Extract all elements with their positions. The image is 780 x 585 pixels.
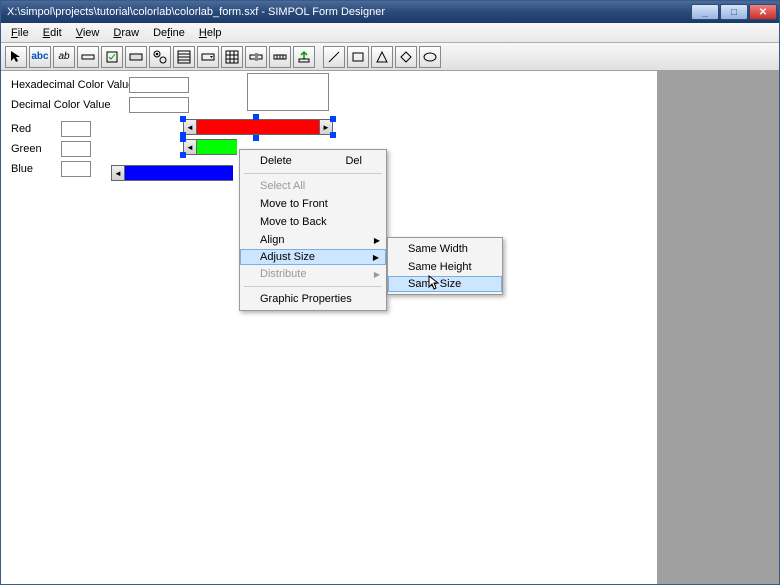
client-area: Hexadecimal Color Value Decimal Color Va… bbox=[1, 71, 779, 584]
tool-triangle[interactable] bbox=[371, 46, 393, 68]
selection-handle[interactable] bbox=[253, 114, 259, 120]
ctx-delete-shortcut: Del bbox=[345, 155, 362, 167]
scroll-track-green[interactable] bbox=[197, 139, 237, 155]
ctx-delete-label: Delete bbox=[260, 155, 292, 167]
menu-separator bbox=[244, 286, 382, 287]
label-red: Red bbox=[11, 123, 31, 135]
ctx-selectall: Select All bbox=[240, 177, 386, 195]
ctx-graphicprops[interactable]: Graphic Properties bbox=[240, 290, 386, 308]
tool-grid[interactable] bbox=[221, 46, 243, 68]
submenu-arrow-icon: ▶ bbox=[374, 270, 380, 279]
menu-separator bbox=[244, 173, 382, 174]
window-title: X:\simpol\projects\tutorial\colorlab\col… bbox=[7, 6, 691, 18]
sub-samewidth[interactable]: Same Width bbox=[388, 240, 502, 258]
label-hex: Hexadecimal Color Value bbox=[11, 79, 134, 91]
input-blue[interactable] bbox=[61, 161, 91, 177]
tool-text[interactable]: abc bbox=[29, 46, 51, 68]
input-hex[interactable] bbox=[129, 77, 189, 93]
minimize-button[interactable]: _ bbox=[691, 4, 719, 20]
submenu-arrow-icon: ▶ bbox=[373, 253, 379, 262]
titlebar: X:\simpol\projects\tutorial\colorlab\col… bbox=[1, 1, 779, 23]
submenu-arrow-icon: ▶ bbox=[374, 236, 380, 245]
sub-sameheight[interactable]: Same Height bbox=[388, 258, 502, 276]
menu-help[interactable]: Help bbox=[193, 25, 228, 41]
close-button[interactable]: ✕ bbox=[749, 4, 777, 20]
ctx-movefront[interactable]: Move to Front bbox=[240, 195, 386, 213]
tool-diamond[interactable] bbox=[395, 46, 417, 68]
menu-edit[interactable]: Edit bbox=[37, 25, 68, 41]
ctx-align[interactable]: Align▶ bbox=[240, 231, 386, 249]
toolbar-separator bbox=[317, 46, 321, 68]
sub-samesize[interactable]: Same Size bbox=[388, 276, 502, 292]
tool-combobox[interactable] bbox=[197, 46, 219, 68]
tool-button[interactable] bbox=[125, 46, 147, 68]
tool-radio[interactable] bbox=[149, 46, 171, 68]
main-window: X:\simpol\projects\tutorial\colorlab\col… bbox=[0, 0, 780, 585]
selection-handle[interactable] bbox=[180, 152, 186, 158]
tool-label[interactable]: ab bbox=[53, 46, 75, 68]
menu-view[interactable]: View bbox=[70, 25, 106, 41]
tool-listbox[interactable] bbox=[173, 46, 195, 68]
scroll-track-red[interactable] bbox=[197, 119, 319, 135]
selection-handle[interactable] bbox=[330, 132, 336, 138]
menu-draw[interactable]: Draw bbox=[107, 25, 145, 41]
selection-handle[interactable] bbox=[330, 116, 336, 122]
ctx-distribute: Distribute▶ bbox=[240, 265, 386, 283]
menu-file[interactable]: Filedocument.currentScript.previousEleme… bbox=[5, 25, 35, 41]
selection-handle[interactable] bbox=[180, 116, 186, 122]
tool-singleline[interactable] bbox=[77, 46, 99, 68]
input-green[interactable] bbox=[61, 141, 91, 157]
tool-image[interactable] bbox=[293, 46, 315, 68]
menu-define[interactable]: Define bbox=[147, 25, 191, 41]
context-menu: Delete Del Select All Move to Front Move… bbox=[239, 149, 387, 311]
maximize-button[interactable]: □ bbox=[720, 4, 748, 20]
tool-checkbox[interactable] bbox=[101, 46, 123, 68]
ctx-adjustsize[interactable]: Adjust Size▶ bbox=[240, 249, 386, 265]
tool-rect[interactable] bbox=[347, 46, 369, 68]
label-green: Green bbox=[11, 143, 42, 155]
ctx-moveback[interactable]: Move to Back bbox=[240, 213, 386, 231]
window-buttons: _ □ ✕ bbox=[691, 4, 777, 20]
tool-line[interactable] bbox=[323, 46, 345, 68]
scroll-left-icon[interactable]: ◄ bbox=[111, 165, 125, 181]
tool-slider-h[interactable] bbox=[245, 46, 267, 68]
tool-slider-v[interactable] bbox=[269, 46, 291, 68]
input-dec[interactable] bbox=[129, 97, 189, 113]
side-panel bbox=[657, 71, 779, 584]
toolbar: abc ab bbox=[1, 43, 779, 71]
input-red[interactable] bbox=[61, 121, 91, 137]
ctx-delete[interactable]: Delete Del bbox=[240, 152, 386, 170]
label-dec: Decimal Color Value bbox=[11, 99, 110, 111]
tool-pointer[interactable] bbox=[5, 46, 27, 68]
label-blue: Blue bbox=[11, 163, 33, 175]
menubar: Filedocument.currentScript.previousEleme… bbox=[1, 23, 779, 43]
form-canvas[interactable]: Hexadecimal Color Value Decimal Color Va… bbox=[1, 71, 657, 584]
tool-ellipse[interactable] bbox=[419, 46, 441, 68]
scroller-green[interactable]: ◄ bbox=[183, 139, 237, 155]
selection-handle[interactable] bbox=[253, 135, 259, 141]
scroll-track-blue[interactable] bbox=[125, 165, 233, 181]
scroller-blue[interactable]: ◄ bbox=[111, 165, 233, 181]
submenu-adjustsize: Same Width Same Height Same Size bbox=[387, 237, 503, 295]
scroller-red[interactable]: ◄ ► bbox=[183, 119, 333, 135]
selection-handle[interactable] bbox=[180, 136, 186, 142]
color-preview[interactable] bbox=[247, 73, 329, 111]
